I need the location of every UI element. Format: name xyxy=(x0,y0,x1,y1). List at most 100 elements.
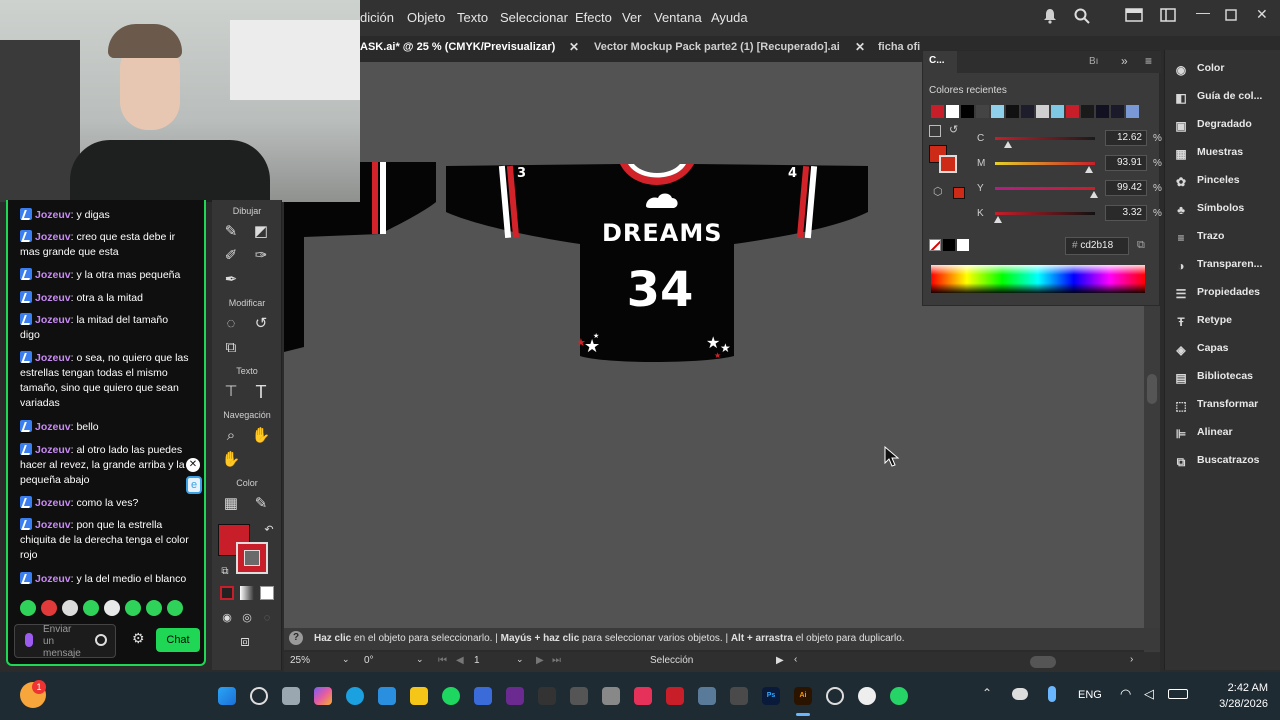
panel-transform[interactable]: ⬚ Transformar xyxy=(1173,398,1277,420)
gradient-tool-icon[interactable]: ▦ xyxy=(220,494,242,514)
menu-effect[interactable]: Efecto xyxy=(575,10,612,25)
chat-send-button[interactable]: Chat xyxy=(156,628,200,652)
app-icon[interactable] xyxy=(506,687,524,705)
close-icon[interactable]: ✕ xyxy=(1256,6,1268,23)
value-y[interactable]: 99.42 xyxy=(1105,180,1147,196)
scroll-left-icon[interactable]: ‹ xyxy=(794,654,797,665)
panel-retype[interactable]: Ŧ Retype xyxy=(1173,314,1277,336)
microphone-icon[interactable] xyxy=(1048,686,1056,702)
hand-tool-icon[interactable]: ✋ xyxy=(250,426,272,446)
last-artboard-icon[interactable]: ⏭ xyxy=(552,655,561,666)
swap-fill-stroke-icon[interactable]: ↶ xyxy=(258,520,280,540)
draw-inside-icon[interactable]: ◌ xyxy=(256,608,278,628)
copilot-icon[interactable] xyxy=(314,687,332,705)
file-explorer-icon[interactable] xyxy=(410,687,428,705)
spotify-icon[interactable] xyxy=(442,687,460,705)
shield-icon[interactable] xyxy=(474,687,492,705)
panel-stroke[interactable]: ≡ Trazo xyxy=(1173,230,1277,252)
color-spectrum[interactable] xyxy=(931,265,1145,293)
prev-artboard-icon[interactable]: ◀ xyxy=(456,655,464,666)
workspace-icon[interactable] xyxy=(1125,8,1143,25)
battery-icon[interactable] xyxy=(1168,689,1188,699)
app-icon[interactable] xyxy=(730,687,748,705)
tab-close-icon[interactable]: ✕ xyxy=(569,40,579,54)
slider-y[interactable] xyxy=(995,187,1095,190)
minimize-icon[interactable]: — xyxy=(1196,4,1210,20)
obs-icon[interactable] xyxy=(826,687,844,705)
recent-color-swatch[interactable] xyxy=(1036,105,1049,118)
menu-select[interactable]: Seleccionar xyxy=(500,10,568,25)
default-colors-icon[interactable]: ⧉ xyxy=(214,562,236,582)
settings-gear-icon[interactable]: ⚙ xyxy=(132,630,145,647)
panel-align[interactable]: ⊫ Alinear xyxy=(1173,426,1277,448)
menu-help[interactable]: Ayuda xyxy=(711,10,748,25)
emote-icon[interactable] xyxy=(20,600,36,616)
slider-m-thumb[interactable] xyxy=(1084,166,1093,173)
panel-symbols[interactable]: ♣ Símbolos xyxy=(1173,202,1277,224)
panel-libraries[interactable]: ▤ Bibliotecas xyxy=(1173,370,1277,392)
app-icon[interactable] xyxy=(570,687,588,705)
menu-edit[interactable]: dición xyxy=(360,10,394,25)
panel-gradient[interactable]: ▣ Degradado xyxy=(1173,118,1277,140)
emote-icon[interactable] xyxy=(83,600,99,616)
recent-color-swatch[interactable] xyxy=(1111,105,1124,118)
value-k[interactable]: 3.32 xyxy=(1105,205,1147,221)
notifications-icon[interactable] xyxy=(1043,8,1057,27)
type-tool-icon[interactable]: T xyxy=(250,382,272,402)
photoshop-icon[interactable]: Ps xyxy=(762,687,780,705)
pen-tool-icon[interactable]: ✒ xyxy=(220,270,242,290)
menu-window[interactable]: Ventana xyxy=(654,10,702,25)
web-safe-icon[interactable]: ⧉ xyxy=(1137,239,1145,252)
swap-colors-icon[interactable]: ↺ xyxy=(949,123,958,136)
type-on-path-icon[interactable]: ⊤ xyxy=(220,382,242,402)
play-icon[interactable]: ▶ xyxy=(776,655,784,666)
black-swatch[interactable] xyxy=(943,239,955,251)
first-artboard-icon[interactable]: ⏮ xyxy=(438,655,447,666)
search-icon[interactable] xyxy=(1074,8,1090,27)
color-mode-icon[interactable] xyxy=(220,586,234,600)
acrobat-icon[interactable] xyxy=(666,687,684,705)
edge-icon[interactable] xyxy=(346,687,364,705)
value-m[interactable]: 93.91 xyxy=(1105,155,1147,171)
recent-color-swatch[interactable] xyxy=(1006,105,1019,118)
app-icon[interactable] xyxy=(538,687,556,705)
chevron-down-icon[interactable]: ⌄ xyxy=(516,654,524,665)
recent-color-swatch[interactable] xyxy=(931,105,944,118)
panel-color[interactable]: ◉ Color xyxy=(1173,62,1277,84)
emote-icon[interactable] xyxy=(62,600,78,616)
whatsapp-icon[interactable] xyxy=(890,687,908,705)
next-artboard-icon[interactable]: ▶ xyxy=(536,655,544,666)
illustrator-icon[interactable]: Ai xyxy=(794,687,812,705)
horizontal-scroll-thumb[interactable] xyxy=(1030,656,1056,668)
scroll-thumb[interactable] xyxy=(1147,374,1157,404)
recent-color-swatch[interactable] xyxy=(1081,105,1094,118)
scroll-right-icon[interactable]: › xyxy=(1130,654,1133,665)
chevron-down-icon[interactable]: ⌄ xyxy=(416,654,424,665)
screen-mode-icon[interactable]: ⧈ xyxy=(234,632,256,652)
app-icon[interactable] xyxy=(698,687,716,705)
blob-brush-tool-icon[interactable]: ✑ xyxy=(250,246,272,266)
slider-m[interactable] xyxy=(995,162,1095,165)
none-swatch[interactable] xyxy=(929,239,941,251)
wifi-icon[interactable]: ◠ xyxy=(1120,686,1131,702)
emote-icon[interactable] xyxy=(125,600,141,616)
emote-icon[interactable] xyxy=(146,600,162,616)
clock[interactable]: 2:42 AM 3/28/2026 xyxy=(1219,680,1268,712)
recent-color-swatch[interactable] xyxy=(991,105,1004,118)
out-of-gamut-icon[interactable]: ⬡ xyxy=(933,185,943,198)
menu-view[interactable]: Ver xyxy=(622,10,642,25)
fill-stroke-toggle-icon[interactable] xyxy=(929,125,941,137)
extension-e-icon[interactable]: e xyxy=(186,476,202,494)
help-icon[interactable]: ? xyxy=(289,631,303,645)
rotate-tool-icon[interactable]: ↺ xyxy=(250,314,272,334)
recent-color-swatch[interactable] xyxy=(961,105,974,118)
arrange-documents-icon[interactable] xyxy=(1160,8,1176,25)
panel-brushes[interactable]: ✿ Pinceles xyxy=(1173,174,1277,196)
chevron-down-icon[interactable]: ⌄ xyxy=(342,654,350,665)
task-view-icon[interactable] xyxy=(282,687,300,705)
chat-input[interactable]: Enviar un mensaje xyxy=(14,624,116,659)
emote-icon[interactable] xyxy=(41,600,57,616)
maximize-icon[interactable] xyxy=(1225,8,1237,24)
brush-tool-icon[interactable]: ✐ xyxy=(220,246,242,266)
panel-transparency[interactable]: ◑ Transparen... xyxy=(1173,258,1277,280)
